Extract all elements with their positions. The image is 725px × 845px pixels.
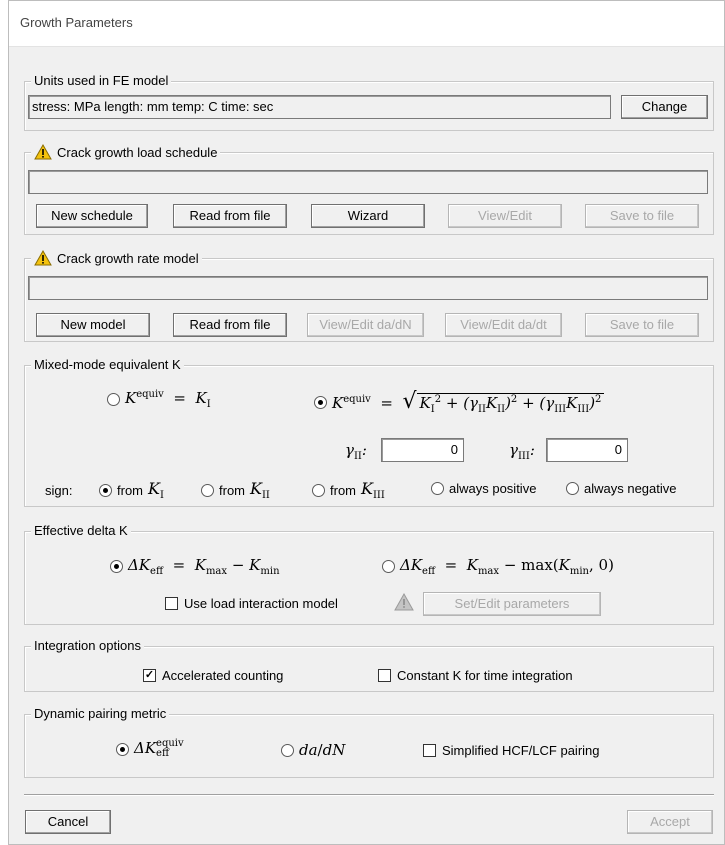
schedule-view-edit-button[interactable]: View/Edit — [448, 204, 562, 228]
gamma-ii-label: γII: — [345, 441, 367, 462]
gamma-ii-input[interactable]: 0 — [381, 438, 464, 462]
effective-delta-k-group-label: Effective delta K — [34, 523, 128, 538]
dynamic-pairing-group: Dynamic pairing metric ΔK equiv eff da/dN … — [24, 706, 714, 778]
rate-save-to-file-button[interactable]: Save to file — [585, 313, 699, 337]
k-equiv-ki-radio[interactable]: Kequiv = KI — [107, 389, 211, 410]
delta-k-kmax-kmin-radio[interactable]: ΔKeff = Kmax − Kmin — [110, 556, 280, 577]
view-edit-dadn-button[interactable]: View/Edit da/dN — [307, 313, 424, 337]
wizard-button[interactable]: Wizard — [311, 204, 425, 228]
k-equiv-sqrt-formula: Kequiv = √ KI2 + (γIIKII)2 + (γIIIKIII)2 — [332, 389, 605, 415]
accept-button[interactable]: Accept — [627, 810, 713, 834]
rate-read-from-file-button[interactable]: Read from file — [173, 313, 287, 337]
sign-from-kiii-radio[interactable]: from KIII — [312, 479, 385, 501]
cancel-button[interactable]: Cancel — [25, 810, 111, 834]
accelerated-counting-checkbox[interactable]: ✓ Accelerated counting — [143, 668, 283, 683]
units-group-label: Units used in FE model — [34, 73, 169, 88]
title-bar: Growth Parameters — [9, 1, 724, 47]
gamma-iii-input[interactable]: 0 — [546, 438, 628, 462]
sign-label: sign: — [45, 483, 73, 498]
warning-icon — [34, 250, 52, 266]
new-model-button[interactable]: New model — [36, 313, 150, 337]
load-schedule-field — [28, 170, 708, 194]
units-field: stress: MPa length: mm temp: C time: sec — [28, 95, 611, 119]
pairing-delta-k-radio[interactable]: ΔK equiv eff — [116, 739, 184, 759]
footer-separator — [24, 794, 714, 796]
load-schedule-group-label: Crack growth load schedule — [57, 144, 218, 160]
window-title: Growth Parameters — [20, 15, 133, 30]
growth-parameters-dialog: Growth Parameters Units used in FE model… — [8, 0, 725, 845]
effective-delta-k-group: Effective delta K ΔKeff = Kmax − Kmin ΔK… — [24, 523, 714, 625]
use-load-interaction-checkbox[interactable]: Use load interaction model — [165, 596, 338, 611]
sign-always-positive-radio[interactable]: always positive — [431, 481, 536, 496]
new-schedule-button[interactable]: New schedule — [36, 204, 148, 228]
warning-icon — [34, 144, 52, 160]
view-edit-dadt-button[interactable]: View/Edit da/dt — [445, 313, 562, 337]
k-equiv-sqrt-radio[interactable]: Kequiv = √ KI2 + (γIIKII)2 + (γIIIKIII)2 — [314, 389, 605, 415]
dynamic-pairing-group-label: Dynamic pairing metric — [34, 706, 167, 721]
mixed-mode-group-label: Mixed-mode equivalent K — [34, 357, 181, 372]
gamma-iii-label: γIII: — [509, 441, 535, 462]
rate-model-group: Crack growth rate model New model Read f… — [24, 250, 714, 342]
rate-model-field — [28, 276, 708, 300]
simplified-hcf-lcf-checkbox[interactable]: Simplified HCF/LCF pairing — [423, 743, 600, 758]
change-units-button[interactable]: Change — [621, 95, 708, 119]
set-edit-parameters-button[interactable]: Set/Edit parameters — [423, 592, 601, 616]
mixed-mode-group: Mixed-mode equivalent K Kequiv = KI Kequ… — [24, 357, 714, 507]
sign-from-kii-radio[interactable]: from KII — [201, 479, 270, 501]
schedule-save-to-file-button[interactable]: Save to file — [585, 204, 699, 228]
integration-options-group: Integration options ✓ Accelerated counti… — [24, 638, 714, 692]
warning-icon — [394, 593, 414, 611]
units-group: Units used in FE model stress: MPa lengt… — [24, 73, 714, 131]
rate-model-group-label: Crack growth rate model — [57, 250, 199, 266]
constant-k-checkbox[interactable]: Constant K for time integration — [378, 668, 573, 683]
k-equiv-ki-formula: Kequiv = KI — [125, 389, 211, 410]
delta-k-kmax-max-radio[interactable]: ΔKeff = Kmax − max(Kmin, 0) — [382, 556, 614, 577]
schedule-read-from-file-button[interactable]: Read from file — [173, 204, 287, 228]
pairing-da-dn-radio[interactable]: da/dN — [281, 741, 345, 759]
integration-options-group-label: Integration options — [34, 638, 141, 653]
sign-from-ki-radio[interactable]: from KI — [99, 479, 164, 501]
load-schedule-group: Crack growth load schedule New schedule … — [24, 144, 714, 235]
sign-always-negative-radio[interactable]: always negative — [566, 481, 677, 496]
